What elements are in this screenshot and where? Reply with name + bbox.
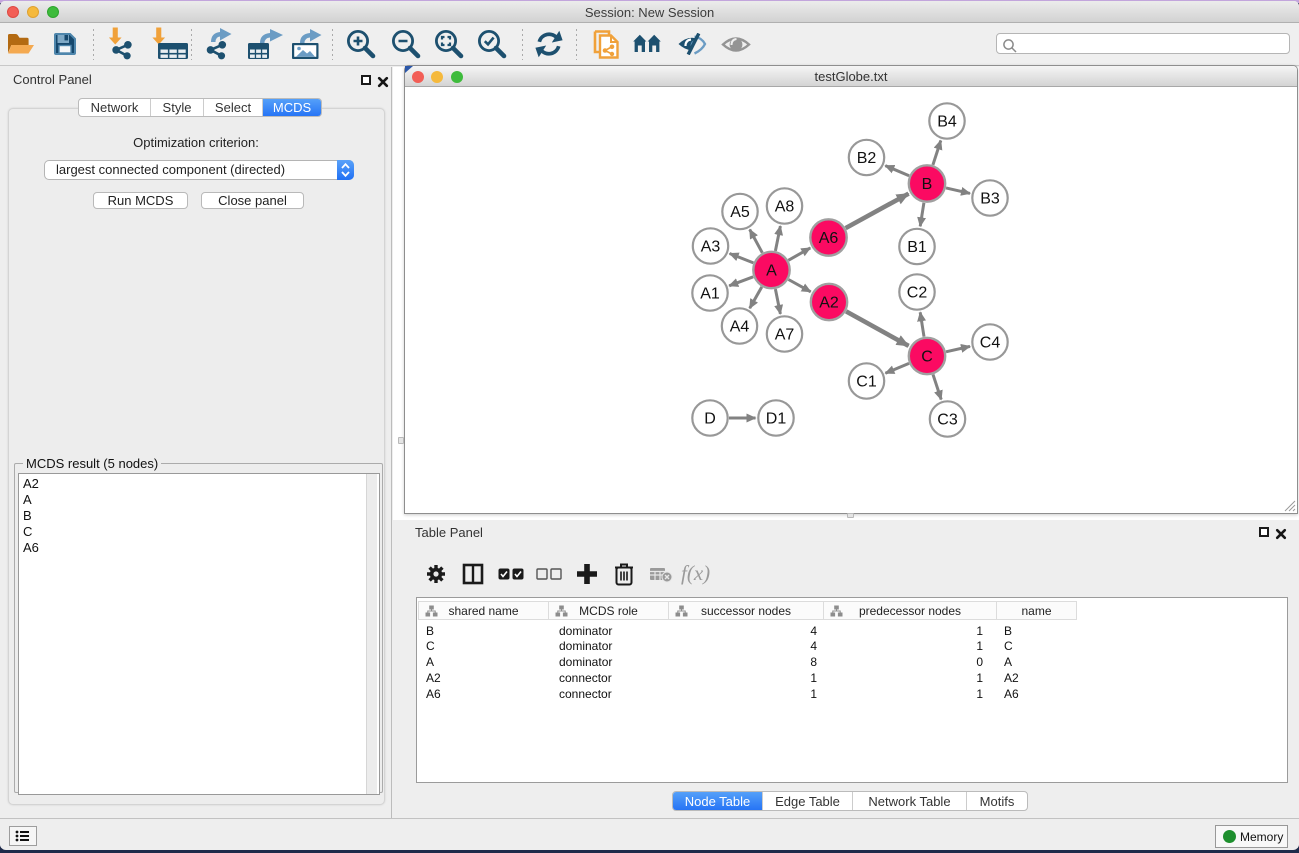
svg-text:A1: A1 bbox=[700, 286, 720, 303]
svg-text:C1: C1 bbox=[856, 374, 877, 391]
svg-text:B2: B2 bbox=[857, 150, 877, 167]
svg-text:A3: A3 bbox=[701, 239, 721, 256]
svg-text:D1: D1 bbox=[766, 411, 787, 428]
svg-text:B: B bbox=[922, 176, 933, 193]
svg-text:A5: A5 bbox=[730, 204, 750, 221]
svg-text:B1: B1 bbox=[907, 239, 927, 256]
svg-text:B4: B4 bbox=[937, 114, 957, 131]
svg-text:D: D bbox=[704, 411, 716, 428]
svg-text:A6: A6 bbox=[819, 230, 839, 247]
svg-text:A2: A2 bbox=[819, 295, 839, 312]
svg-text:C3: C3 bbox=[937, 412, 958, 429]
svg-text:A8: A8 bbox=[775, 199, 795, 216]
svg-text:A7: A7 bbox=[775, 327, 795, 344]
svg-text:B3: B3 bbox=[980, 191, 1000, 208]
svg-text:A: A bbox=[766, 263, 777, 280]
svg-text:C4: C4 bbox=[980, 335, 1001, 352]
svg-text:C2: C2 bbox=[907, 285, 928, 302]
svg-text:A4: A4 bbox=[730, 319, 750, 336]
svg-text:C: C bbox=[921, 349, 933, 366]
